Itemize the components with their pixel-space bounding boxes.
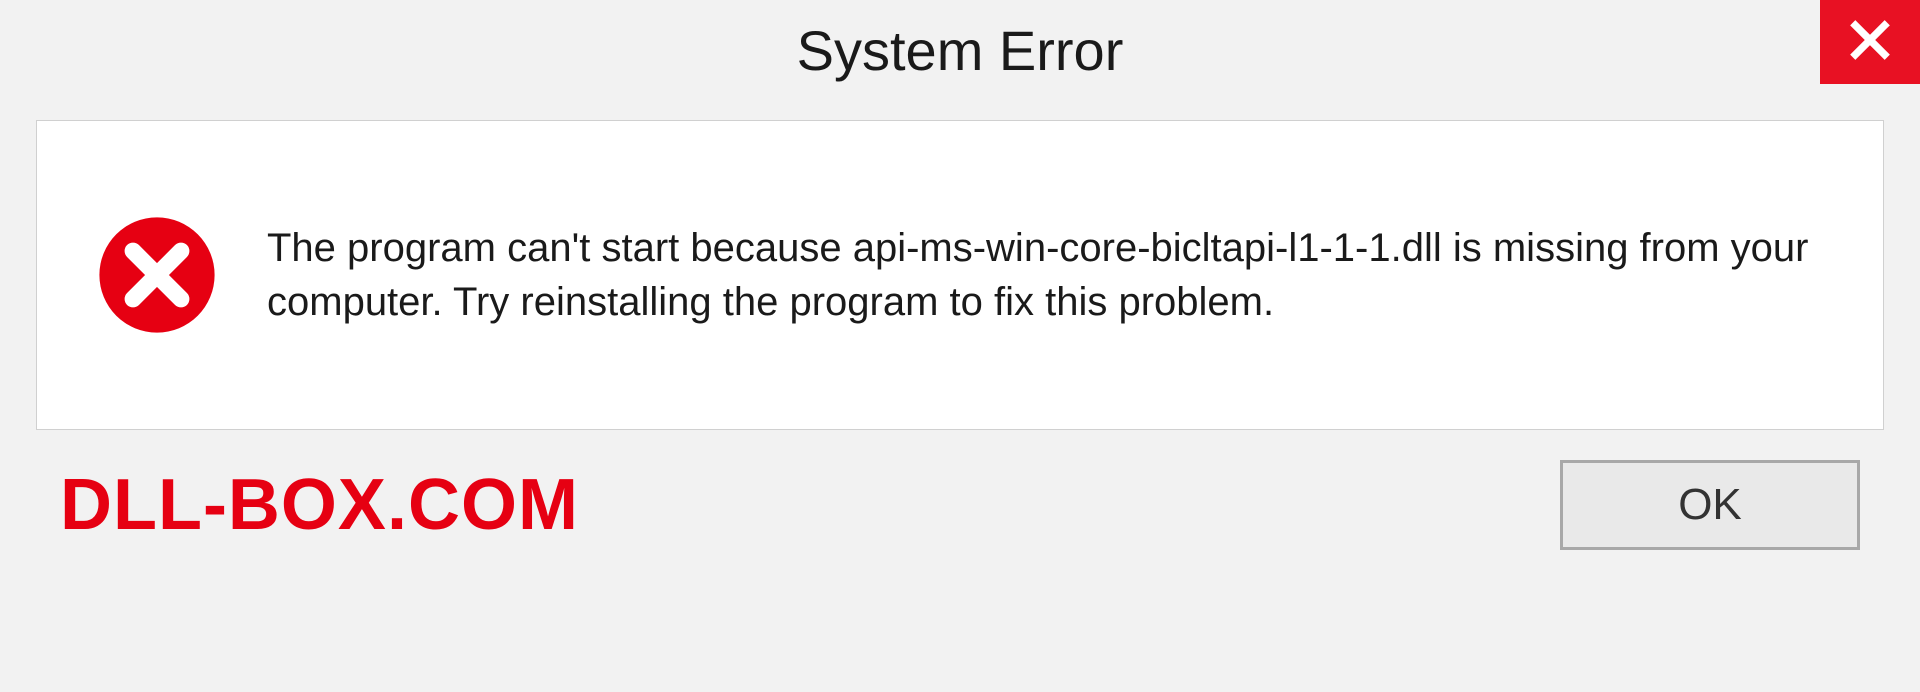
close-icon [1848,18,1892,67]
message-panel: The program can't start because api-ms-w… [36,120,1884,430]
titlebar: System Error [0,0,1920,100]
watermark-text: DLL-BOX.COM [60,464,579,546]
close-button[interactable] [1820,0,1920,84]
error-icon [97,215,217,335]
dialog-title: System Error [797,18,1124,83]
ok-button-label: OK [1678,480,1742,530]
error-message-text: The program can't start because api-ms-w… [267,221,1843,329]
ok-button[interactable]: OK [1560,460,1860,550]
footer: DLL-BOX.COM OK [0,430,1920,550]
